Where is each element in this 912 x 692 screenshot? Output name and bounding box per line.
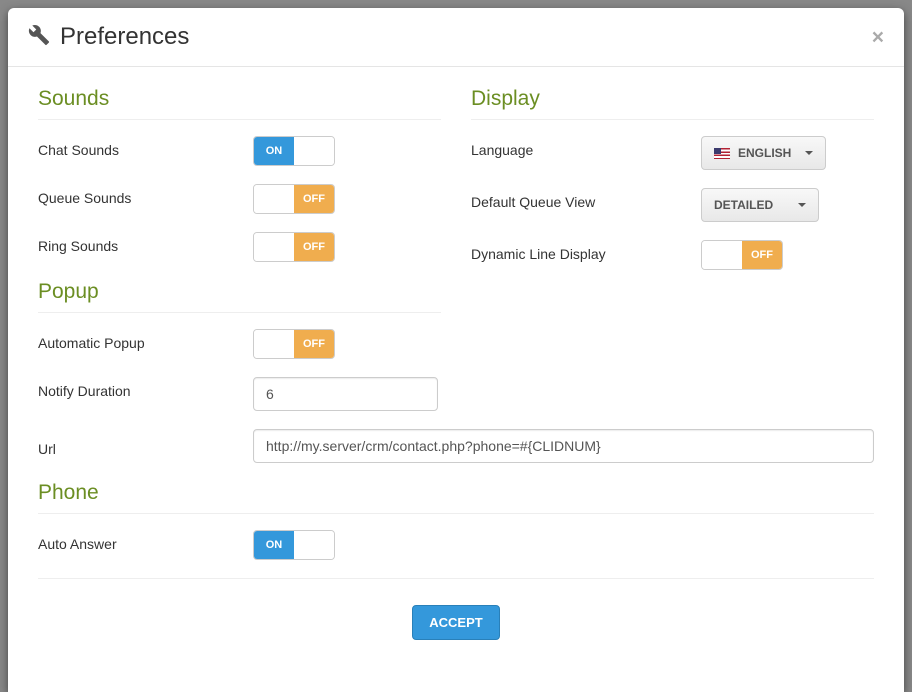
toggle-off-text: OFF: [294, 185, 334, 213]
dynamic-line-label: Dynamic Line Display: [471, 240, 701, 262]
ring-sounds-toggle[interactable]: ON OFF: [253, 232, 335, 262]
language-value: ENGLISH: [738, 146, 791, 160]
row-chat-sounds: Chat Sounds ON OFF: [38, 136, 441, 166]
preferences-modal: Preferences × Sounds Chat Sounds ON OFF: [8, 8, 904, 692]
left-column: Sounds Chat Sounds ON OFF Queue Sounds: [38, 87, 441, 429]
toggle-off-text: OFF: [294, 330, 334, 358]
auto-answer-toggle[interactable]: ON OFF: [253, 530, 335, 560]
notify-duration-label: Notify Duration: [38, 377, 253, 399]
accept-button[interactable]: ACCEPT: [412, 605, 499, 640]
modal-header: Preferences ×: [8, 8, 904, 67]
row-url: Url: [38, 429, 874, 463]
divider: [38, 578, 874, 579]
chevron-down-icon: [798, 203, 806, 207]
dynamic-line-toggle[interactable]: ON OFF: [701, 240, 783, 270]
footer-actions: ACCEPT: [38, 599, 874, 640]
row-notify-duration: Notify Duration: [38, 377, 441, 411]
auto-answer-label: Auto Answer: [38, 530, 253, 552]
queue-sounds-toggle[interactable]: ON OFF: [253, 184, 335, 214]
language-dropdown[interactable]: ENGLISH: [701, 136, 826, 170]
row-ring-sounds: Ring Sounds ON OFF: [38, 232, 441, 262]
url-label: Url: [38, 435, 253, 457]
row-dynamic-line: Dynamic Line Display ON OFF: [471, 240, 874, 270]
row-language: Language ENGLISH: [471, 136, 874, 170]
right-column: Display Language ENGLISH Default Queue V…: [471, 87, 874, 429]
notify-duration-input[interactable]: [253, 377, 438, 411]
automatic-popup-toggle[interactable]: ON OFF: [253, 329, 335, 359]
section-display-title: Display: [471, 87, 874, 120]
toggle-off-text: OFF: [742, 241, 782, 269]
queue-view-value: DETAILED: [714, 198, 784, 212]
language-label: Language: [471, 136, 701, 158]
automatic-popup-label: Automatic Popup: [38, 329, 253, 351]
section-phone-title: Phone: [38, 481, 874, 514]
row-auto-answer: Auto Answer ON OFF: [38, 530, 874, 560]
ring-sounds-label: Ring Sounds: [38, 232, 253, 254]
chat-sounds-toggle[interactable]: ON OFF: [253, 136, 335, 166]
toggle-on-text: ON: [254, 137, 294, 165]
queue-view-dropdown[interactable]: DETAILED: [701, 188, 819, 222]
toggle-off-text: OFF: [294, 233, 334, 261]
modal-body: Sounds Chat Sounds ON OFF Queue Sounds: [8, 67, 904, 692]
phone-section: Phone Auto Answer ON OFF: [38, 481, 874, 560]
row-queue-view: Default Queue View DETAILED: [471, 188, 874, 222]
chat-sounds-label: Chat Sounds: [38, 136, 253, 158]
section-sounds-title: Sounds: [38, 87, 441, 120]
queue-view-label: Default Queue View: [471, 188, 701, 210]
row-queue-sounds: Queue Sounds ON OFF: [38, 184, 441, 214]
section-popup-title: Popup: [38, 280, 441, 313]
row-automatic-popup: Automatic Popup ON OFF: [38, 329, 441, 359]
modal-title: Preferences: [60, 23, 872, 51]
close-button[interactable]: ×: [872, 27, 884, 48]
chevron-down-icon: [805, 151, 813, 155]
toggle-on-text: ON: [254, 531, 294, 559]
url-input[interactable]: [253, 429, 874, 463]
flag-us-icon: [714, 148, 730, 159]
wrench-icon: [28, 24, 50, 51]
queue-sounds-label: Queue Sounds: [38, 184, 253, 206]
